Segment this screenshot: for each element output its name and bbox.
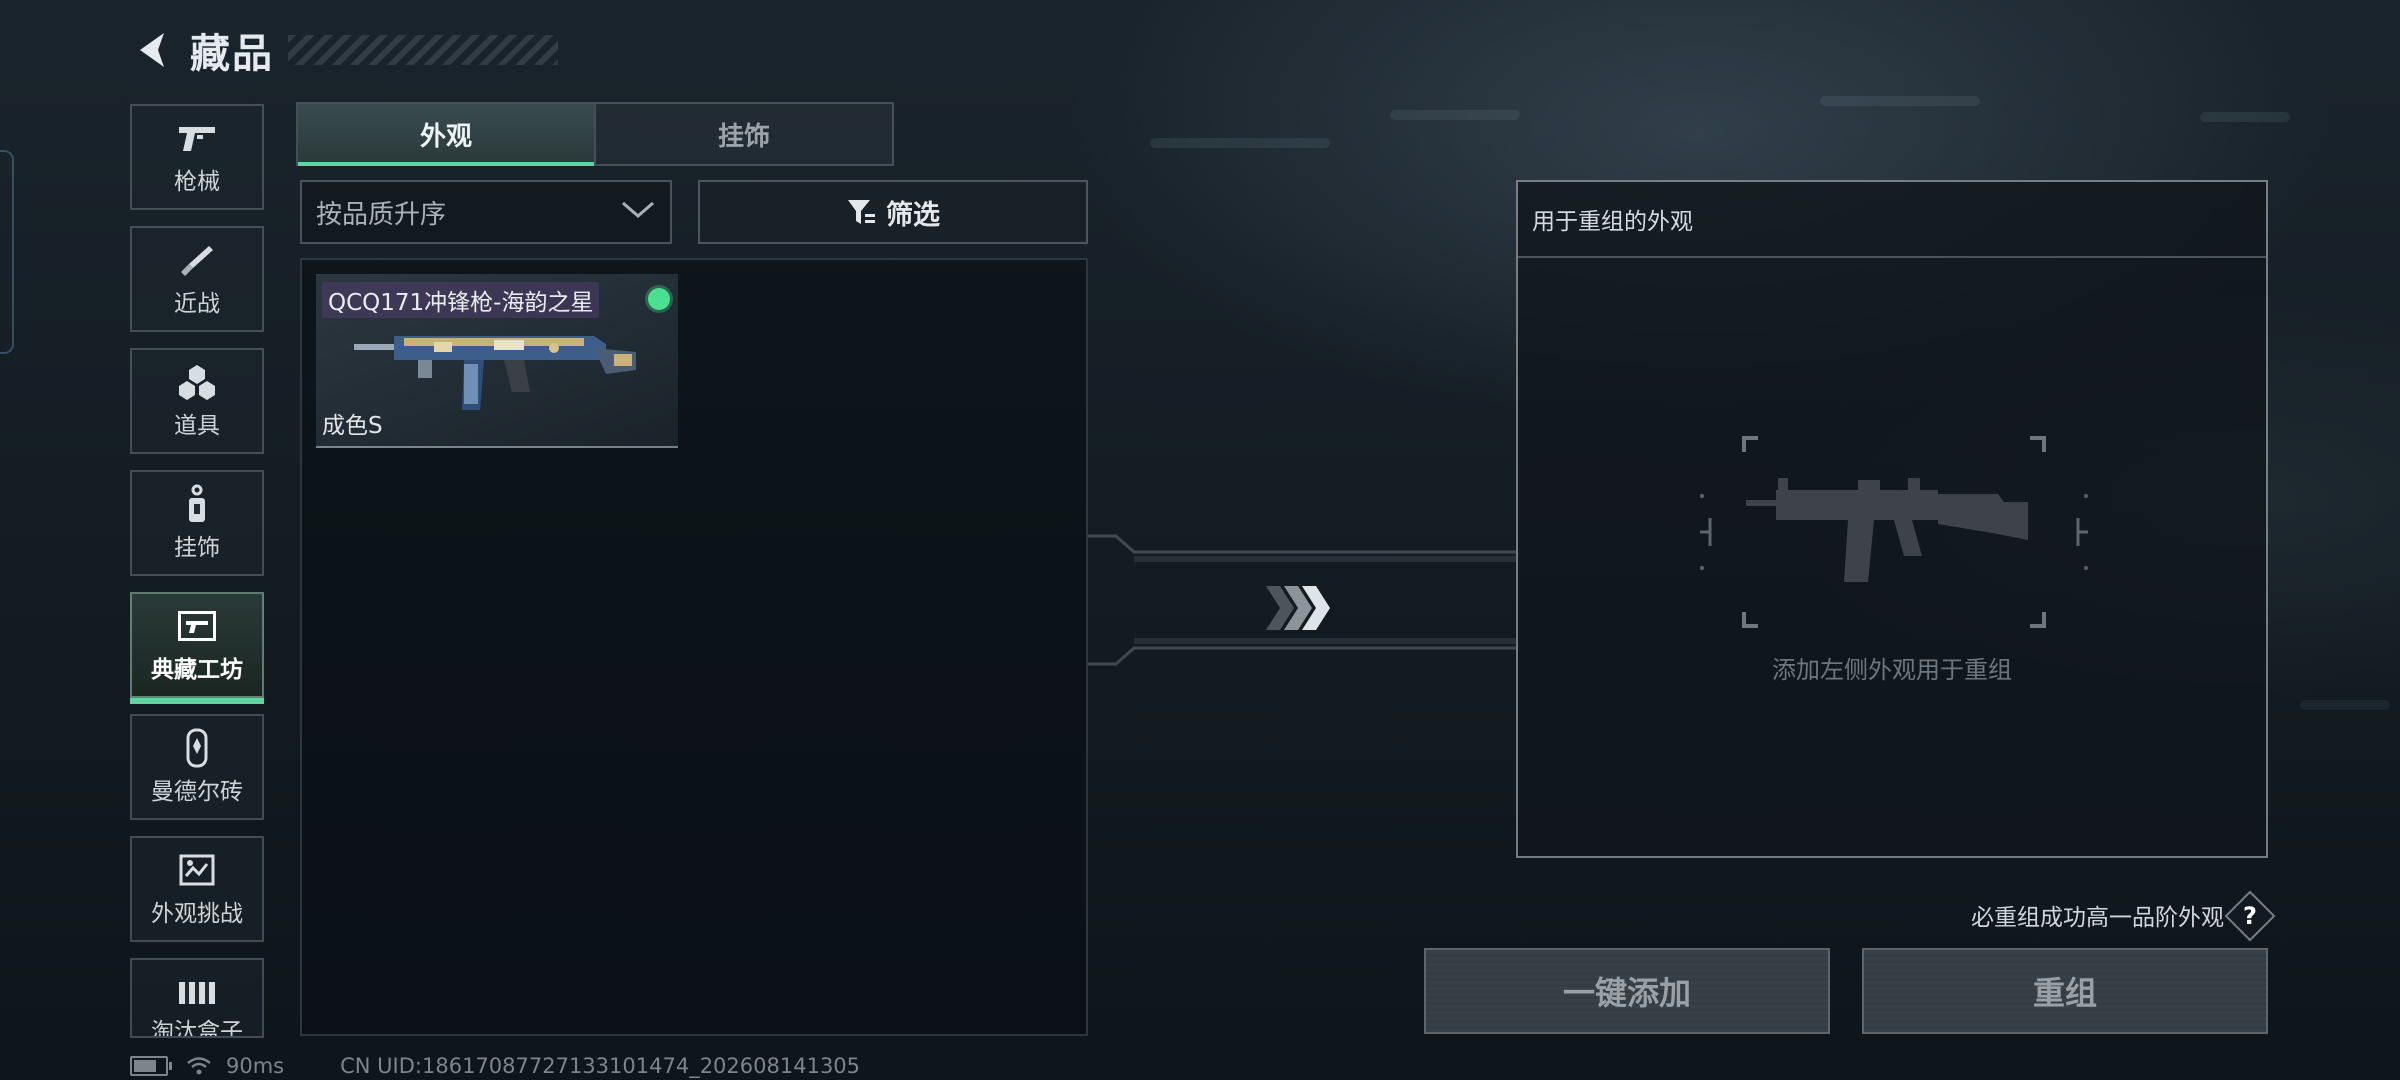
sort-value: 按品质升序	[316, 199, 447, 230]
smg-icon	[344, 314, 644, 428]
sidebar-item-mandel-brick[interactable]: 曼德尔砖	[130, 714, 264, 820]
recombine-hint: 添加左侧外观用于重组	[1772, 656, 2012, 684]
status-bar: 90ms CN UID:18617087727133101474_2026081…	[130, 1054, 860, 1078]
recombine-title: 用于重组的外观	[1518, 182, 2266, 258]
chevron-down-icon	[620, 197, 656, 227]
sidebar-item-workshop[interactable]: 典藏工坊	[130, 592, 264, 704]
mandel-brick-icon	[175, 728, 219, 768]
help-icon[interactable]: ?	[2224, 890, 2276, 942]
sidebar-item-gear[interactable]: 道具	[130, 348, 264, 454]
title-decoration	[288, 35, 558, 65]
challenge-icon	[175, 850, 219, 890]
active-indicator	[130, 698, 264, 704]
battery-icon	[130, 1056, 172, 1076]
page-title: 藏品	[190, 31, 274, 77]
ping-value: 90ms	[226, 1054, 285, 1078]
collection-tabs: 外观 挂饰	[296, 102, 894, 166]
sidebar-item-charms[interactable]: 挂饰	[130, 470, 264, 576]
add-all-button[interactable]: 一键添加	[1424, 948, 1830, 1034]
box-icon	[175, 978, 219, 1008]
rifle-silhouette-icon[interactable]	[1698, 432, 2090, 636]
equipped-indicator	[648, 288, 670, 310]
item-name: QCQ171冲锋枪-海韵之星	[322, 282, 600, 318]
tab-charms[interactable]: 挂饰	[594, 104, 892, 164]
grenade-cluster-icon	[175, 362, 219, 402]
filter-button[interactable]: 筛选	[698, 180, 1088, 244]
page-header: 藏品	[130, 22, 558, 78]
filter-label: 筛选	[886, 199, 940, 231]
filter-icon	[846, 197, 876, 227]
charm-icon	[175, 484, 219, 524]
sidebar-item-melee[interactable]: 近战	[130, 226, 264, 332]
wifi-icon	[186, 1056, 212, 1076]
item-grade: 成色S	[322, 413, 383, 439]
workshop-icon	[175, 606, 219, 646]
sidebar-item-firearms[interactable]: 枪械	[130, 104, 264, 210]
tab-skins[interactable]: 外观	[298, 104, 594, 166]
uid-text: CN UID:18617087727133101474_202608141305	[340, 1054, 861, 1078]
sidebar-item-box[interactable]: 淘汰盒子	[130, 958, 264, 1038]
pistol-icon	[175, 118, 219, 158]
success-note: 必重组成功高一品阶外观	[1971, 905, 2224, 931]
skin-list: QCQ171冲锋枪-海韵之星 成色S	[300, 258, 1088, 1036]
recombine-panel: 用于重组的外观 添加左侧外观用于重组	[1516, 180, 2268, 858]
recombine-button[interactable]: 重组	[1862, 948, 2268, 1034]
sidebar-item-skin-challenge[interactable]: 外观挑战	[130, 836, 264, 942]
transfer-connector	[1088, 520, 1516, 684]
edge-indicator	[0, 150, 14, 354]
list-item[interactable]: QCQ171冲锋枪-海韵之星 成色S	[316, 274, 678, 448]
sort-dropdown[interactable]: 按品质升序	[300, 180, 672, 244]
back-arrow-icon[interactable]	[130, 28, 174, 72]
knife-icon	[175, 240, 219, 280]
chevrons-right-icon	[1266, 586, 1330, 630]
